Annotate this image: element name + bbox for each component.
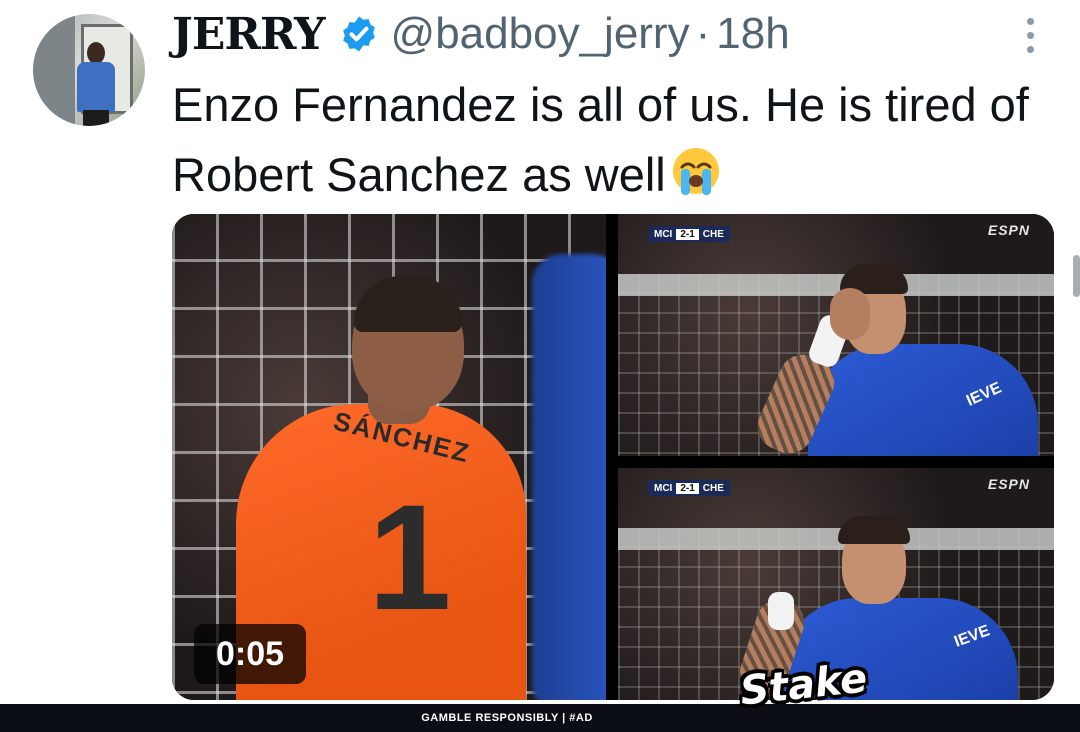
separator-dot: · [695, 9, 711, 58]
timestamp[interactable]: 18h [716, 9, 789, 59]
promo-bar: GAMBLE RESPONSIBLY | #AD [0, 704, 1080, 732]
blurred-player [532, 254, 606, 700]
player-shirt [808, 344, 1038, 456]
avatar-person-legs [83, 110, 109, 126]
loudly-crying-face-icon [670, 145, 722, 197]
media-grid: SÁNCHEZ 1 0:05 MCI 2-1 CHE ESPN IEVE MCI… [172, 214, 1054, 700]
broadcaster-logo: ESPN [987, 222, 1030, 238]
avatar[interactable] [33, 14, 145, 126]
scorebug-away: CHE [702, 228, 724, 240]
scorebug-score: 2-1 [676, 228, 699, 240]
scorebug: MCI 2-1 CHE [648, 226, 730, 242]
scorebug-away: CHE [702, 482, 724, 494]
video-thumbnail[interactable]: SÁNCHEZ 1 0:05 [172, 214, 606, 700]
stake-logo-text: Stake [738, 655, 870, 715]
more-vertical-icon[interactable] [1022, 18, 1038, 58]
broadcaster-logo: ESPN [987, 476, 1030, 492]
scorebug-score: 2-1 [676, 482, 699, 494]
avatar-person-body [77, 62, 115, 112]
wrist-bandage [768, 592, 794, 630]
jersey-number: 1 [368, 473, 452, 641]
promo-text: GAMBLE RESPONSIBLY | #AD [421, 712, 593, 724]
tweet-header: JERRY @badboy_jerry · 18h [172, 8, 790, 60]
verified-badge-icon [339, 14, 379, 54]
promo-text-wrap: GAMBLE RESPONSIBLY | #AD [0, 704, 1080, 732]
stake-logo[interactable]: Stake [738, 654, 869, 716]
tweet-text: Enzo Fernandez is all of us. He is tired… [172, 70, 1072, 210]
image-top-right[interactable]: MCI 2-1 CHE ESPN IEVE [618, 214, 1054, 456]
player-hand [830, 288, 870, 340]
scorebug-home: MCI [654, 482, 673, 494]
tweet-body: Enzo Fernandez is all of us. He is tired… [172, 78, 1029, 201]
user-handle[interactable]: @badboy_jerry [391, 9, 690, 59]
scorebug: MCI 2-1 CHE [648, 480, 730, 496]
scorebug-home: MCI [654, 228, 673, 240]
display-name[interactable]: JERRY [172, 9, 326, 60]
avatar-person-head [87, 42, 105, 64]
avatar-wall [33, 14, 75, 126]
video-duration-badge: 0:05 [194, 624, 306, 684]
player-hair [838, 516, 910, 544]
scrollbar[interactable] [1073, 255, 1080, 297]
